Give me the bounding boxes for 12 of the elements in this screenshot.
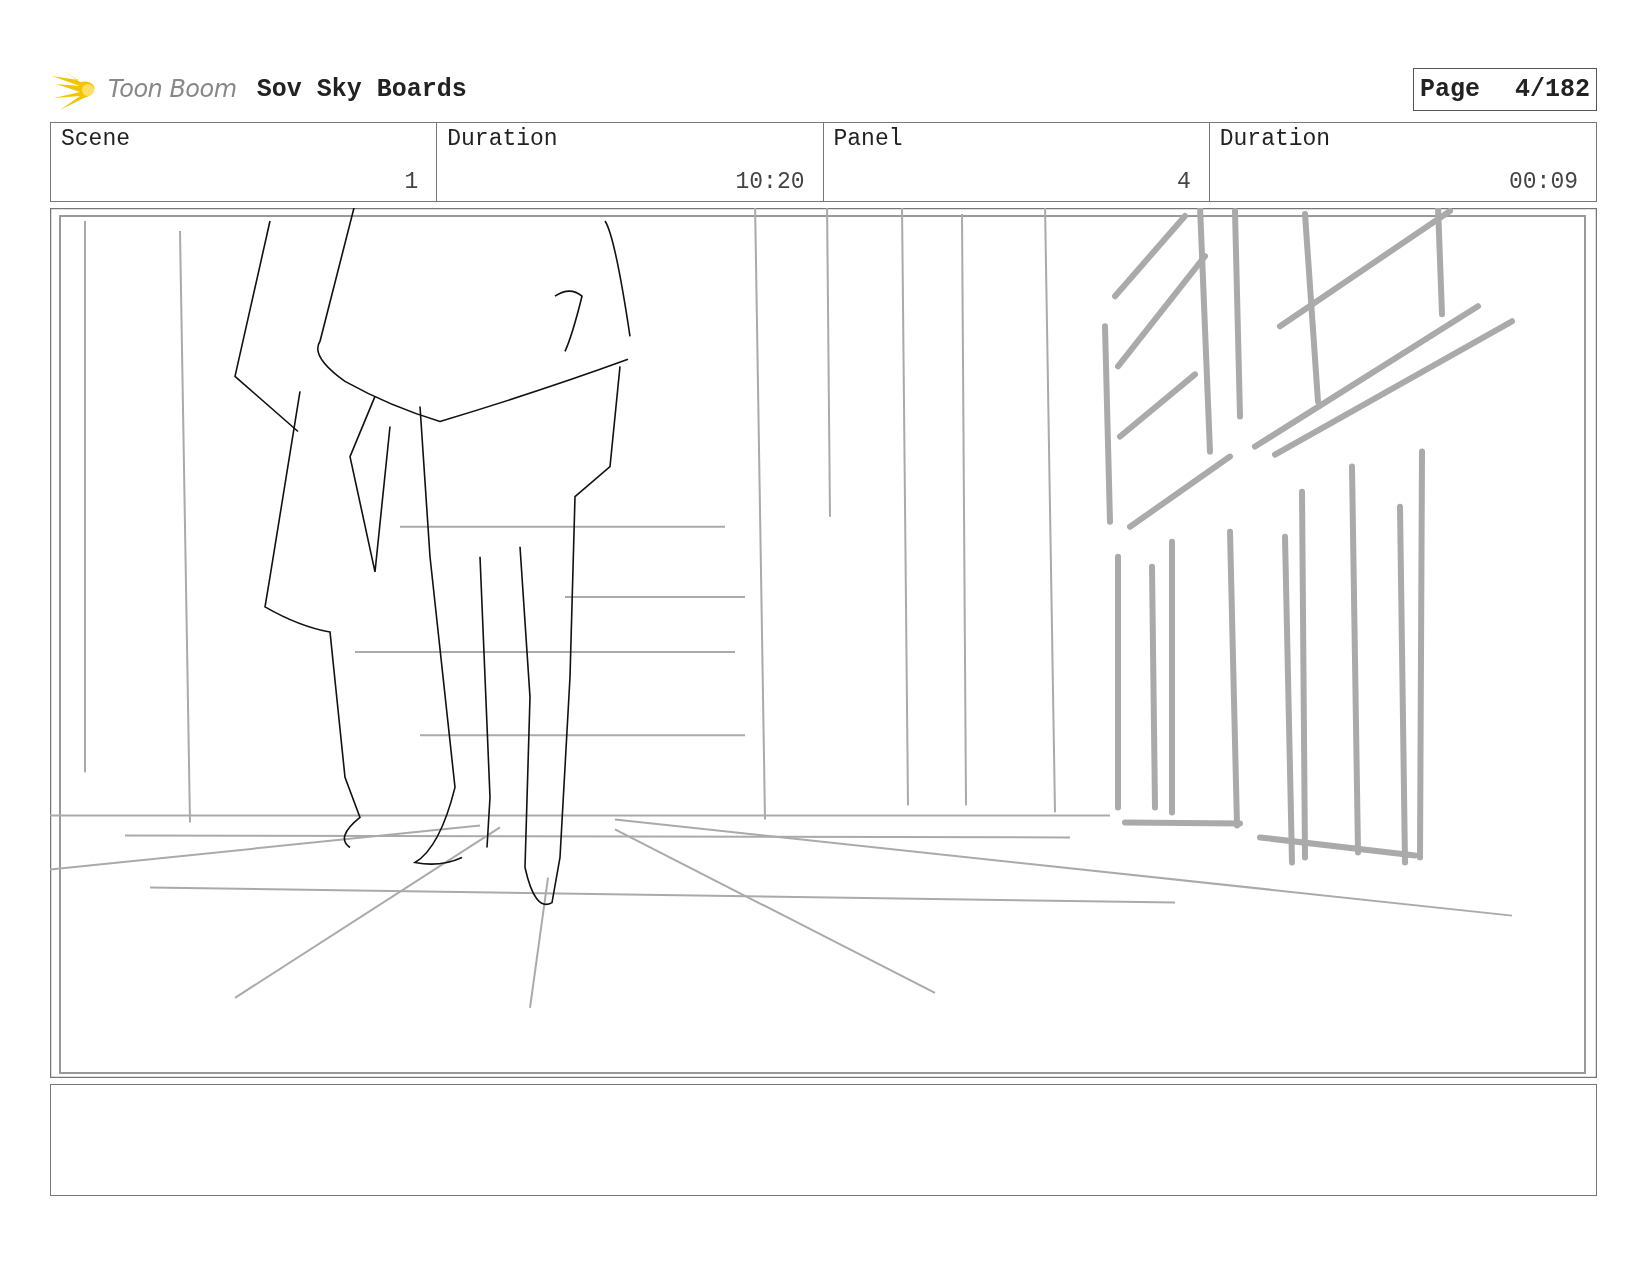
field-value: 10:20	[735, 169, 805, 195]
field-label: Duration	[1219, 126, 1332, 152]
logo-text: Toon Boom	[108, 75, 237, 103]
project-title: Sov Sky Boards	[256, 74, 467, 104]
field-value: 00:09	[1509, 169, 1578, 195]
field-label: Panel	[833, 126, 904, 152]
field-label: Duration	[447, 126, 559, 152]
page-label: Page	[1420, 74, 1480, 104]
field-label: Scene	[61, 126, 131, 152]
page-number: 4/182	[1515, 74, 1590, 104]
field-value: 1	[404, 169, 419, 195]
field-value: 4	[1176, 169, 1191, 195]
